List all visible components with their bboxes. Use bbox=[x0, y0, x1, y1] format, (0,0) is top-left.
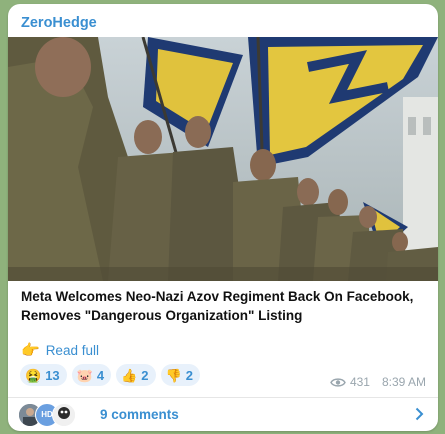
vomit-face-icon: 🤮 bbox=[25, 367, 42, 383]
post-photo[interactable] bbox=[8, 37, 438, 281]
reaction-count: 13 bbox=[45, 367, 60, 383]
reaction-count: 2 bbox=[185, 367, 193, 383]
chevron-right-icon[interactable] bbox=[415, 407, 424, 426]
avatar bbox=[52, 402, 76, 427]
message-time: 8:39 AM bbox=[381, 375, 426, 389]
thumbs-down-icon: 👎 bbox=[165, 367, 182, 383]
view-count: 431 bbox=[349, 375, 370, 389]
message-bubble: ZeroHedge Meta Welcomes Neo-Nazi Azov Re… bbox=[8, 4, 438, 431]
soldiers-photo bbox=[8, 37, 438, 281]
reactions-bar: 🤮 13 🐷 4 👍 2 👎 2 bbox=[20, 364, 200, 386]
eye-icon bbox=[330, 377, 346, 388]
pointing-hand-icon: 👉 bbox=[21, 342, 40, 359]
read-full-link[interactable]: 👉 Read full bbox=[21, 341, 99, 359]
commenter-avatars: HD bbox=[18, 402, 88, 427]
reaction-count: 4 bbox=[96, 367, 105, 383]
comments-bar[interactable]: HD 9 comments bbox=[8, 398, 438, 431]
reaction-count: 2 bbox=[141, 367, 149, 383]
channel-name[interactable]: ZeroHedge bbox=[21, 15, 97, 31]
message-meta: 431 8:39 AM bbox=[330, 375, 426, 389]
thumbs-up-icon: 👍 bbox=[121, 367, 138, 383]
reaction-thumbs-down[interactable]: 👎 2 bbox=[160, 364, 200, 386]
reaction-pig[interactable]: 🐷 4 bbox=[71, 364, 112, 386]
reaction-vomit[interactable]: 🤮 13 bbox=[20, 364, 67, 386]
post-headline: Meta Welcomes Neo-Nazi Azov Regiment Bac… bbox=[21, 289, 414, 323]
read-full-label: Read full bbox=[45, 342, 99, 358]
pig-icon: 🐷 bbox=[76, 367, 93, 383]
comments-count-label: 9 comments bbox=[100, 407, 179, 422]
reaction-thumbs-up[interactable]: 👍 2 bbox=[116, 364, 156, 386]
